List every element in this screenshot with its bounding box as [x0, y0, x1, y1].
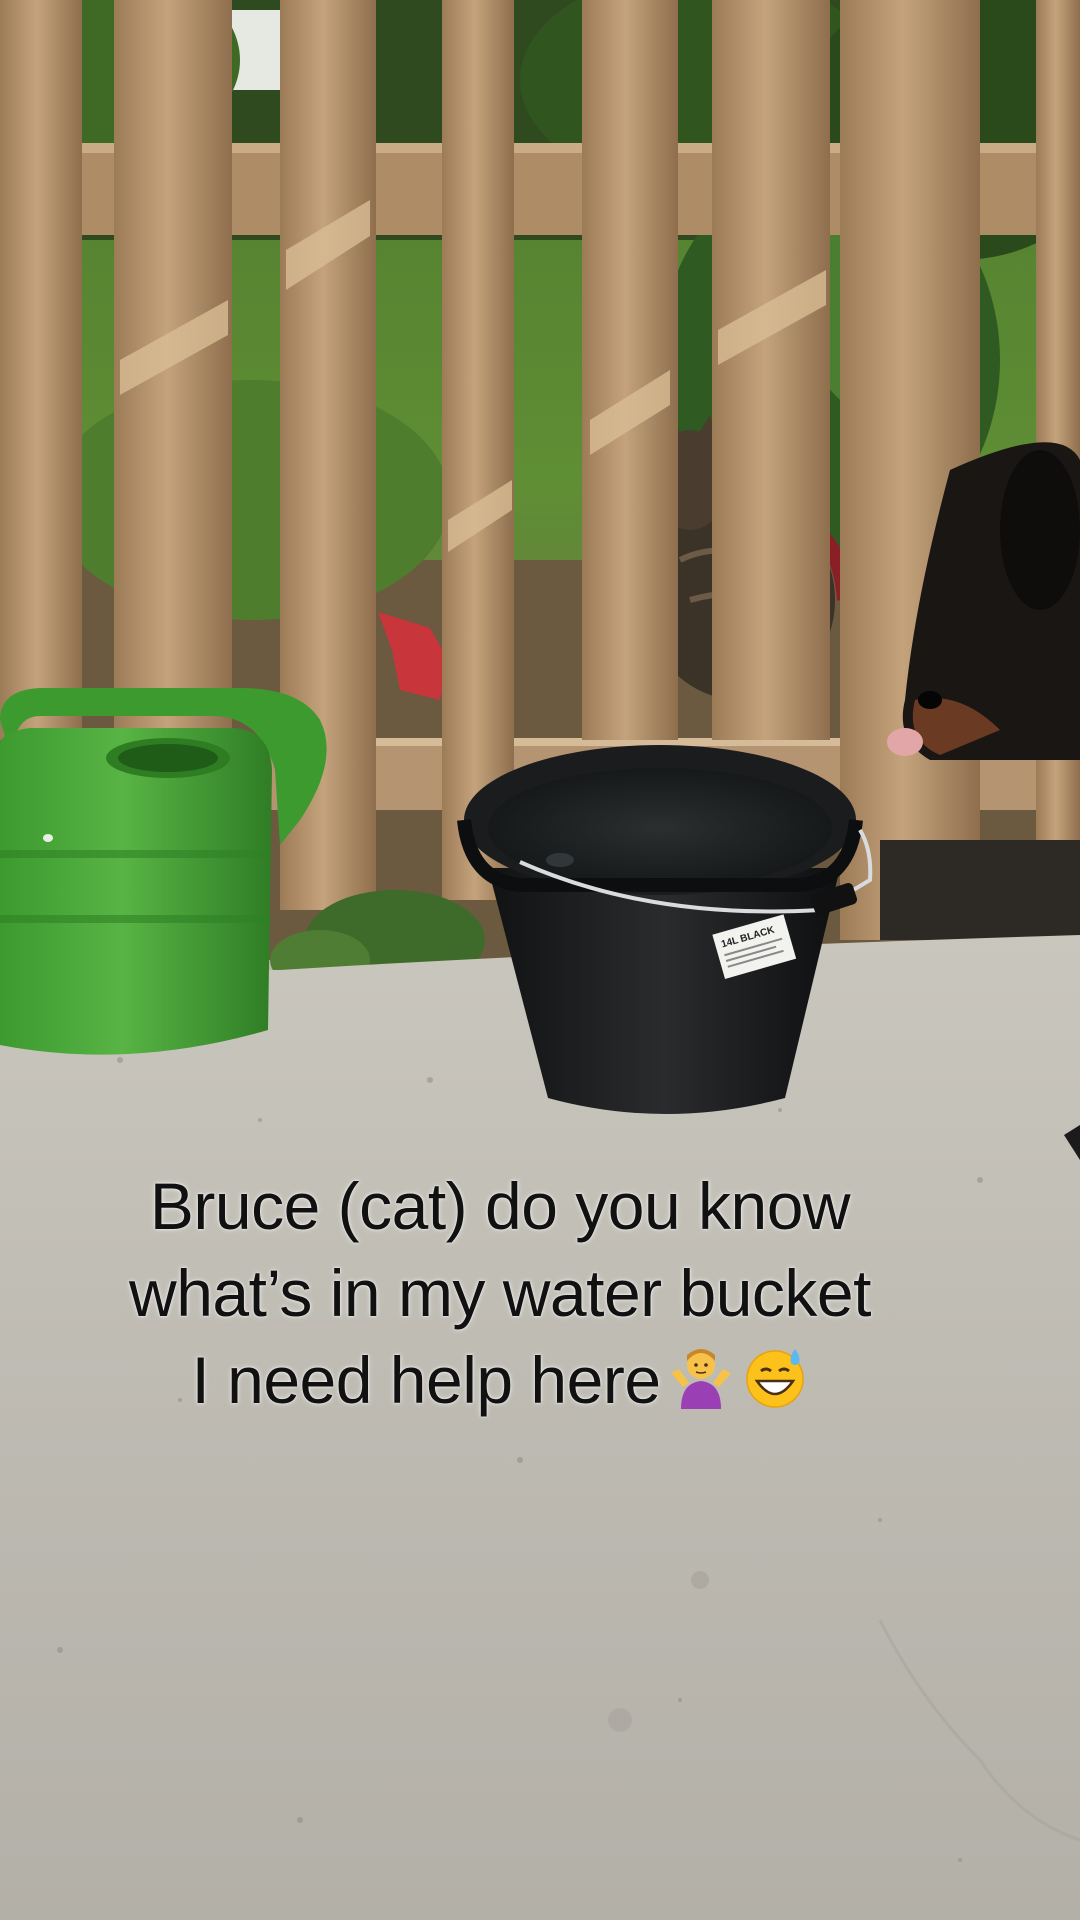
photo-scene: 14L BLACK Bruce (cat) do you know what’s…: [0, 0, 1080, 1920]
backyard-photo: 14L BLACK: [0, 0, 1080, 1920]
caption-line-2: what’s in my water bucket: [129, 1256, 871, 1330]
caption-line-1: Bruce (cat) do you know: [149, 1169, 851, 1243]
grinning-face-with-sweat-icon: [741, 1343, 809, 1411]
concrete-patio: [0, 935, 1080, 1920]
caption-overlay: Bruce (cat) do you know what’s in my wat…: [0, 1163, 1000, 1424]
caption-line-3-text: I need help here: [191, 1343, 661, 1417]
person-shrugging-icon: [667, 1343, 735, 1411]
caption-line-3: I need help here: [0, 1337, 1000, 1424]
